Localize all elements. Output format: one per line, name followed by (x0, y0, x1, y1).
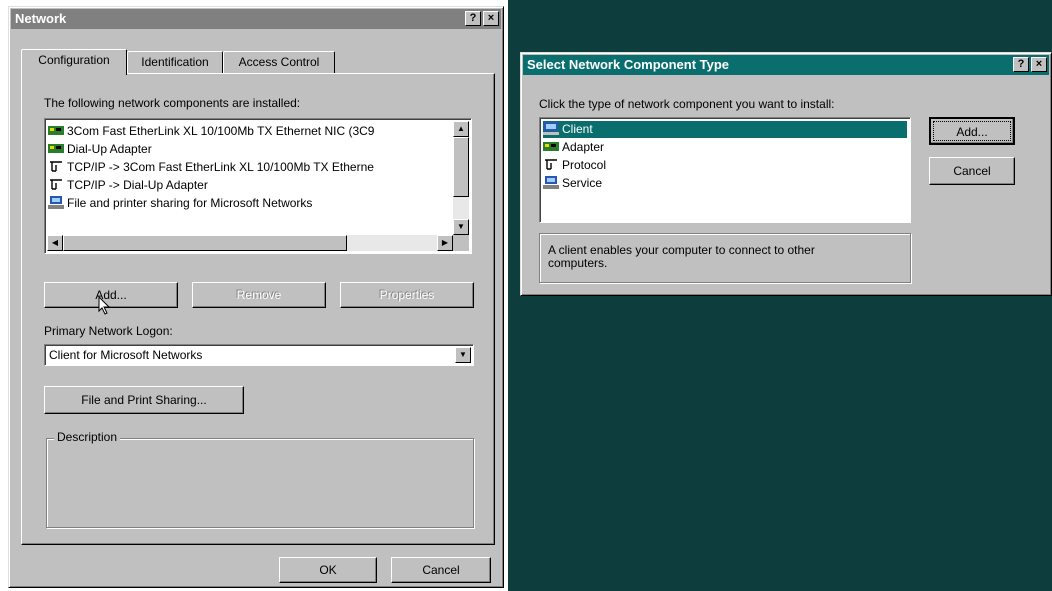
network-titlebar[interactable]: Network ? × (11, 9, 501, 29)
properties-button: Properties (340, 282, 474, 308)
network-card-icon (48, 126, 64, 135)
network-dialog: Network ? × Configuration Identification… (8, 6, 504, 588)
scroll-hthumb[interactable] (63, 235, 347, 251)
select-component-titlebar[interactable]: Select Network Component Type ? × (523, 55, 1049, 75)
list-item-client[interactable]: Client (543, 121, 907, 138)
list-item-protocol[interactable]: Protocol (543, 157, 606, 174)
component-type-prompt: Click the type of network component you … (539, 97, 835, 111)
client-icon (543, 122, 559, 135)
ok-button[interactable]: OK (279, 557, 377, 583)
network-card-icon (543, 142, 559, 151)
protocol-icon (545, 159, 557, 170)
component-type-list[interactable]: Client Adapter Protocol Service (539, 117, 911, 223)
list-item[interactable]: 3Com Fast EtherLink XL 10/100Mb TX Ether… (48, 123, 374, 140)
description-label: Description (54, 430, 121, 444)
list-item[interactable]: Dial-Up Adapter (48, 141, 152, 158)
list-item-adapter[interactable]: Adapter (543, 139, 604, 156)
close-button[interactable]: × (1031, 57, 1047, 72)
tab-configuration[interactable]: Configuration (21, 49, 127, 75)
list-item[interactable]: File and printer sharing for Microsoft N… (48, 195, 312, 212)
tab-panel: The following network components are ins… (21, 73, 495, 545)
cancel-button[interactable]: Cancel (929, 157, 1015, 185)
scrollbar-corner (453, 235, 469, 251)
primary-logon-select[interactable]: Client for Microsoft Networks ▼ (44, 344, 474, 366)
service-icon (543, 176, 559, 189)
mouse-cursor-icon (98, 296, 111, 315)
components-list[interactable]: 3Com Fast EtherLink XL 10/100Mb TX Ether… (44, 118, 472, 254)
scroll-left-icon[interactable]: ◀ (47, 235, 63, 251)
select-component-title: Select Network Component Type (527, 57, 730, 72)
network-card-icon (48, 144, 64, 153)
list-item-service[interactable]: Service (543, 175, 602, 192)
component-description: A client enables your computer to connec… (548, 243, 815, 270)
tab-identification[interactable]: Identification (127, 51, 223, 73)
help-button[interactable]: ? (1013, 57, 1029, 72)
component-description-box: A client enables your computer to connec… (539, 233, 911, 283)
scroll-right-icon[interactable]: ▶ (437, 235, 453, 251)
cancel-button[interactable]: Cancel (391, 557, 491, 583)
service-icon (48, 196, 64, 209)
installed-label: The following network components are ins… (44, 96, 301, 110)
protocol-icon (50, 179, 62, 190)
scroll-up-icon[interactable]: ▲ (453, 121, 469, 137)
help-button[interactable]: ? (465, 11, 481, 26)
file-print-sharing-button[interactable]: File and Print Sharing... (44, 386, 244, 414)
protocol-icon (50, 161, 62, 172)
description-group (46, 438, 474, 528)
close-button[interactable]: × (483, 11, 499, 26)
primary-logon-label: Primary Network Logon: (44, 324, 173, 338)
scroll-thumb[interactable] (453, 137, 469, 197)
scroll-down-icon[interactable]: ▼ (453, 219, 469, 235)
horizontal-scrollbar[interactable]: ◀ ▶ (47, 235, 453, 251)
list-item[interactable]: TCP/IP -> 3Com Fast EtherLink XL 10/100M… (48, 159, 374, 176)
network-title: Network (15, 11, 67, 26)
select-component-dialog: Select Network Component Type ? × Click … (520, 52, 1052, 296)
list-item[interactable]: TCP/IP -> Dial-Up Adapter (48, 177, 208, 194)
remove-button: Remove (192, 282, 326, 308)
add-button[interactable]: Add... (929, 117, 1015, 145)
vertical-scrollbar[interactable]: ▲ ▼ (453, 121, 469, 235)
chevron-down-icon[interactable]: ▼ (455, 347, 471, 363)
tab-access-control[interactable]: Access Control (223, 51, 335, 73)
